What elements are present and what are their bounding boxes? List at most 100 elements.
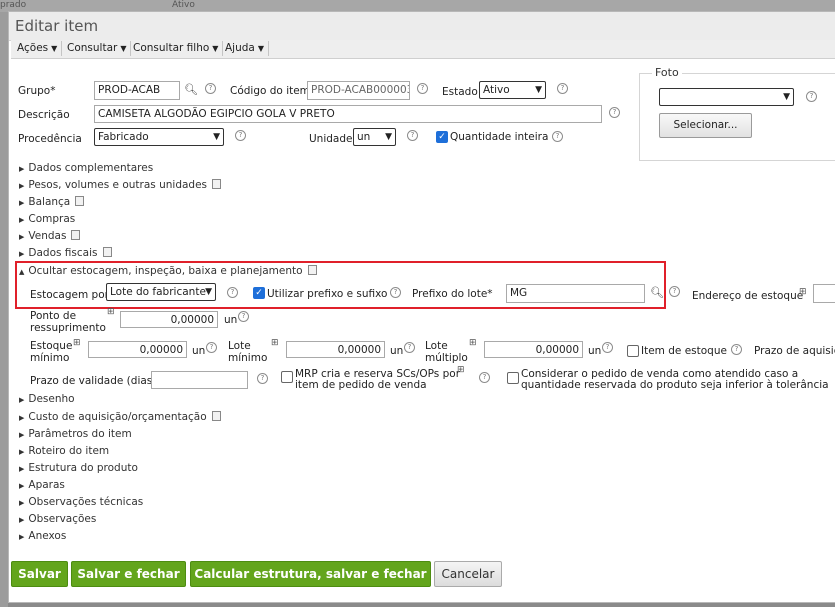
lote-multiplo-input[interactable]: 0,00000 bbox=[484, 341, 583, 358]
estado-label: Estado bbox=[442, 86, 478, 98]
prefixo-lote-label: Prefixo do lote* bbox=[412, 288, 493, 300]
cancelar-button[interactable]: Cancelar bbox=[434, 561, 502, 587]
estado-select-value: Ativo bbox=[483, 84, 510, 96]
expand-icon[interactable]: ⊞ bbox=[469, 338, 477, 348]
help-icon[interactable]: ? bbox=[238, 311, 249, 322]
section-label: Parâmetros do item bbox=[28, 428, 132, 440]
help-icon[interactable]: ? bbox=[235, 130, 246, 141]
menu-ajuda[interactable]: Ajuda ▼ bbox=[221, 41, 270, 56]
help-icon[interactable]: ? bbox=[390, 287, 401, 298]
estocagem-select[interactable]: Lote do fabricante ▼ bbox=[106, 283, 216, 301]
help-icon[interactable]: ? bbox=[669, 286, 680, 297]
foto-select[interactable]: ▼ bbox=[659, 88, 794, 106]
background-text-right: Ativo bbox=[172, 0, 195, 10]
caret-right-icon: ▶ bbox=[19, 182, 25, 190]
section-balanca[interactable]: ▶ Balança bbox=[19, 196, 85, 208]
help-icon[interactable]: ? bbox=[227, 287, 238, 298]
prazo-validade-label: Prazo de validade (dias) bbox=[30, 375, 157, 387]
menu-acoes[interactable]: Ações ▼ bbox=[13, 41, 63, 56]
help-icon[interactable]: ? bbox=[552, 131, 563, 142]
section-estrutura[interactable]: ▶ Estrutura do produto bbox=[19, 462, 138, 474]
caret-right-icon: ▶ bbox=[19, 233, 25, 241]
section-anexos[interactable]: ▶ Anexos bbox=[19, 530, 66, 542]
mrp-checkbox[interactable] bbox=[281, 371, 293, 383]
section-vendas[interactable]: ▶ Vendas bbox=[19, 230, 81, 242]
procedencia-label: Procedência bbox=[18, 133, 82, 145]
codigo-input[interactable]: PROD-ACAB000003 bbox=[307, 81, 410, 100]
lote-minimo-input[interactable]: 0,00000 bbox=[286, 341, 385, 358]
section-parametros[interactable]: ▶ Parâmetros do item bbox=[19, 428, 132, 440]
unidade-label: Unidade bbox=[309, 133, 353, 145]
section-observacoes[interactable]: ▶ Observações bbox=[19, 513, 96, 525]
help-icon[interactable]: ? bbox=[806, 91, 817, 102]
search-icon[interactable]: 🔍︎ bbox=[184, 83, 198, 96]
section-dados-fiscais[interactable]: ▶ Dados fiscais bbox=[19, 247, 112, 259]
help-icon[interactable]: ? bbox=[404, 342, 415, 353]
section-label: Desenho bbox=[28, 393, 75, 405]
salvar-button[interactable]: Salvar bbox=[11, 561, 68, 587]
expand-icon[interactable]: ⊞ bbox=[799, 287, 807, 297]
endereco-estoque-input[interactable] bbox=[813, 284, 835, 303]
expand-icon[interactable]: ⊞ bbox=[73, 338, 81, 348]
prazo-validade-input[interactable] bbox=[151, 371, 248, 389]
help-icon[interactable]: ? bbox=[602, 342, 613, 353]
help-icon[interactable]: ? bbox=[257, 373, 268, 384]
unidade-select[interactable]: un ▼ bbox=[353, 128, 396, 146]
item-estoque-checkbox[interactable] bbox=[627, 345, 639, 357]
section-dados-complementares[interactable]: ▶ Dados complementares bbox=[19, 162, 153, 174]
menu-consultar-filho-label: Consultar filho bbox=[133, 42, 210, 54]
expand-icon[interactable]: ⊞ bbox=[271, 338, 279, 348]
section-compras[interactable]: ▶ Compras bbox=[19, 213, 75, 225]
section-label: Balança bbox=[28, 196, 71, 208]
search-icon[interactable]: 🔍︎ bbox=[650, 286, 664, 299]
caret-right-icon: ▶ bbox=[19, 465, 25, 473]
help-icon[interactable]: ? bbox=[417, 83, 428, 94]
section-pesos-volumes[interactable]: ▶ Pesos, volumes e outras unidades bbox=[19, 179, 222, 191]
help-icon[interactable]: ? bbox=[731, 344, 742, 355]
section-observacoes-tecnicas[interactable]: ▶ Observações técnicas bbox=[19, 496, 143, 508]
help-icon[interactable]: ? bbox=[206, 342, 217, 353]
menu-consultar-filho[interactable]: Consultar filho ▼ bbox=[129, 41, 224, 56]
estoque-minimo-input[interactable]: 0,00000 bbox=[88, 341, 187, 358]
chevron-down-icon: ▼ bbox=[212, 44, 219, 53]
lote-minimo-label-1: Lote bbox=[228, 340, 251, 352]
menu-consultar[interactable]: Consultar ▼ bbox=[63, 41, 132, 56]
note-icon bbox=[75, 196, 85, 206]
chevron-down-icon: ▼ bbox=[120, 44, 127, 53]
help-icon[interactable]: ? bbox=[407, 130, 418, 141]
help-icon[interactable]: ? bbox=[557, 83, 568, 94]
prazo-aquisicao-label: Prazo de aquisiç bbox=[754, 345, 835, 357]
quantidade-inteira-label: Quantidade inteira bbox=[450, 131, 549, 143]
chevron-down-icon: ▼ bbox=[257, 44, 265, 53]
grupo-label: Grupo* bbox=[18, 85, 56, 97]
prefixo-sufixo-checkbox[interactable]: ✓ bbox=[253, 287, 265, 299]
section-label: Dados complementares bbox=[28, 162, 154, 174]
calcular-estrutura-button[interactable]: Calcular estrutura, salvar e fechar bbox=[190, 561, 431, 587]
grupo-input[interactable]: PROD-ACAB bbox=[94, 81, 180, 100]
ponto-unit: un bbox=[224, 314, 238, 326]
estado-select[interactable]: Ativo ▼ bbox=[479, 81, 546, 99]
expand-icon[interactable]: ⊞ bbox=[107, 307, 115, 317]
procedencia-select[interactable]: Fabricado ▼ bbox=[94, 128, 224, 146]
endereco-estoque-label: Endereço de estoque bbox=[692, 290, 804, 302]
prefixo-lote-input[interactable]: MG bbox=[506, 284, 645, 303]
help-icon[interactable]: ? bbox=[205, 83, 216, 94]
caret-right-icon: ▶ bbox=[19, 482, 25, 490]
quantidade-inteira-checkbox[interactable]: ✓ bbox=[436, 131, 448, 143]
section-roteiro[interactable]: ▶ Roteiro do item bbox=[19, 445, 109, 457]
expand-icon[interactable]: ⊞ bbox=[457, 365, 465, 375]
help-icon[interactable]: ? bbox=[479, 372, 490, 383]
menu-ajuda-label: Ajuda bbox=[225, 42, 255, 54]
caret-right-icon: ▶ bbox=[19, 216, 25, 224]
help-icon[interactable]: ? bbox=[609, 107, 620, 118]
salvar-fechar-button[interactable]: Salvar e fechar bbox=[71, 561, 186, 587]
considerar-checkbox[interactable] bbox=[507, 372, 519, 384]
section-aparas[interactable]: ▶ Aparas bbox=[19, 479, 65, 491]
section-desenho[interactable]: ▶ Desenho bbox=[19, 393, 75, 405]
caret-right-icon: ▶ bbox=[19, 396, 25, 404]
descricao-input[interactable]: CAMISETA ALGODÃO EGIPCIO GOLA V PRETO bbox=[94, 105, 602, 123]
foto-selecionar-button[interactable]: Selecionar... bbox=[659, 113, 752, 138]
ponto-input[interactable]: 0,00000 bbox=[120, 311, 218, 328]
section-label: Pesos, volumes e outras unidades bbox=[28, 179, 208, 191]
section-custo-aquisicao[interactable]: ▶ Custo de aquisição/orçamentação bbox=[19, 411, 221, 423]
